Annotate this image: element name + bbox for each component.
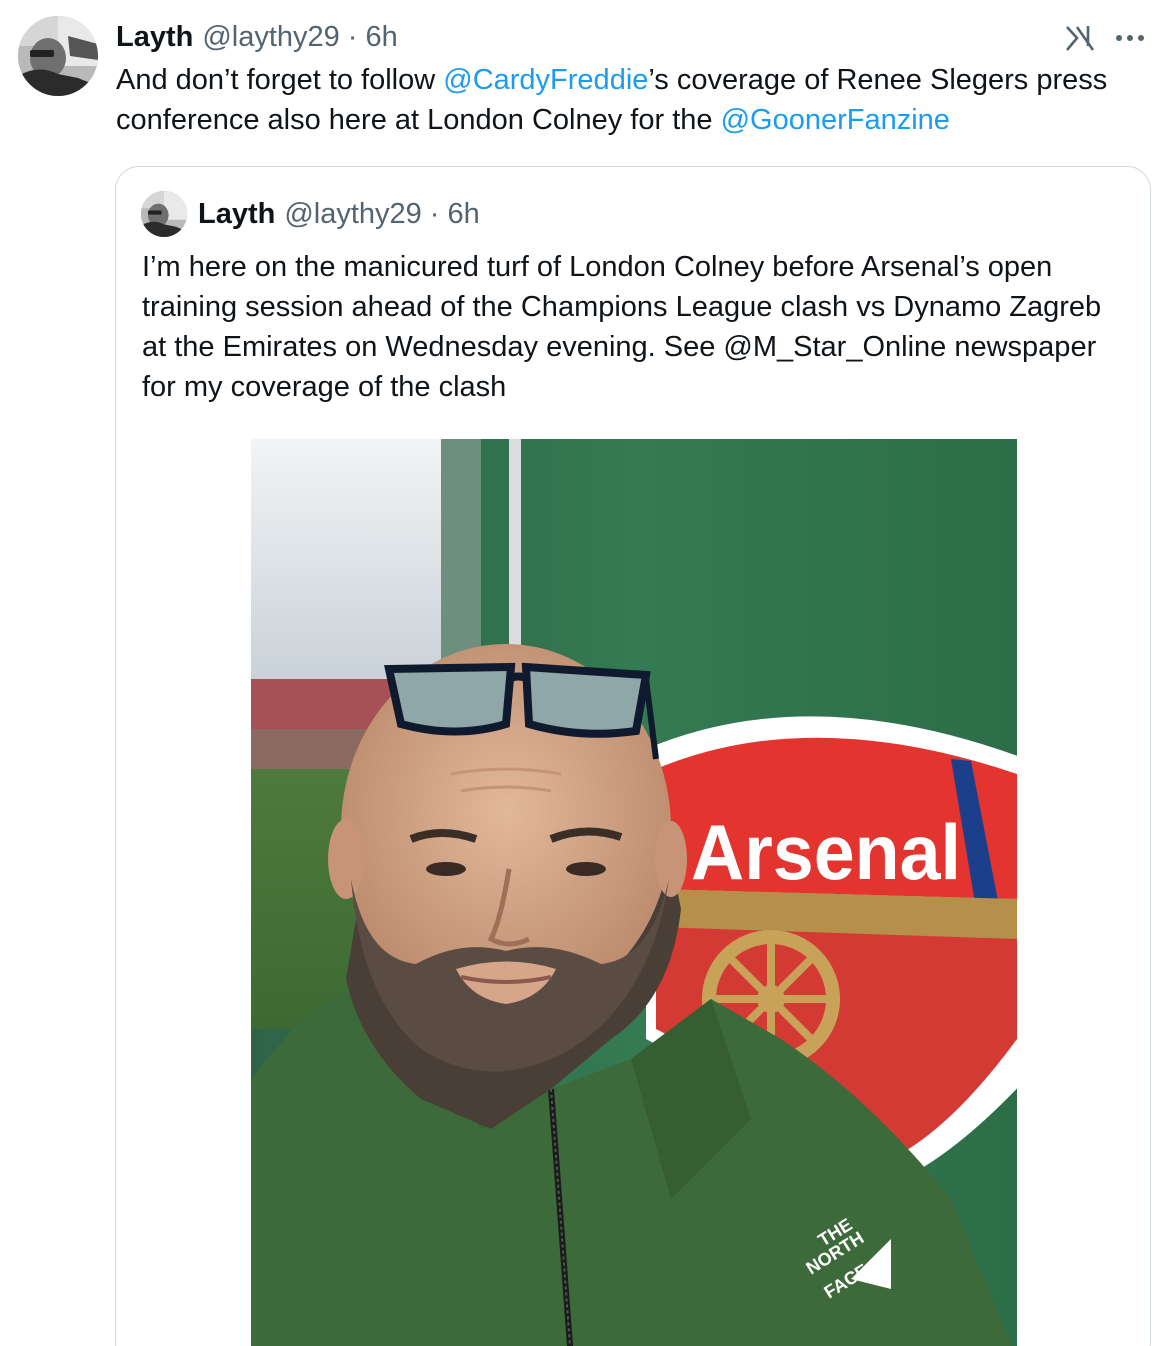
mention-goonerfanzine[interactable]: @GoonerFanzine: [721, 104, 950, 136]
quoted-tweet-card[interactable]: Layth @laythy29 · 6h I’m here on the man…: [115, 166, 1151, 1346]
tweet-text-part: And don’t forget to follow: [116, 64, 444, 96]
quoted-tweet-photo[interactable]: Arsenal THE NORTH FACE: [251, 439, 1017, 1346]
quoted-tweet-header: Layth @laythy29 · 6h: [198, 195, 480, 233]
quoted-author-avatar[interactable]: [141, 191, 187, 237]
tweet-time[interactable]: 6h: [365, 21, 397, 54]
author-handle[interactable]: @laythy29: [202, 21, 339, 54]
author-avatar[interactable]: [18, 16, 98, 96]
quoted-author-handle[interactable]: @laythy29: [284, 198, 421, 231]
mention-cardyfreddie[interactable]: @CardyFreddie: [443, 64, 648, 96]
tweet-text: And don’t forget to follow @CardyFreddie…: [116, 60, 1146, 140]
quoted-tweet-text: I’m here on the manicured turf of London…: [142, 251, 1102, 403]
separator-dot: ·: [347, 20, 358, 53]
grok-button[interactable]: [1062, 20, 1098, 56]
quoted-tweet-time[interactable]: 6h: [447, 198, 479, 231]
tweet: Layth @laythy29 · 6h And don’t forget to…: [0, 0, 1156, 1346]
separator-dot: ·: [429, 197, 440, 230]
tweet-header: Layth @laythy29 · 6h: [116, 18, 398, 56]
more-icon: [1116, 35, 1144, 41]
quoted-author-name[interactable]: Layth: [198, 198, 275, 231]
grok-icon: [1066, 26, 1095, 51]
crest-text: Arsenal: [691, 808, 961, 896]
more-options-button[interactable]: [1110, 20, 1150, 56]
author-name[interactable]: Layth: [116, 21, 193, 54]
